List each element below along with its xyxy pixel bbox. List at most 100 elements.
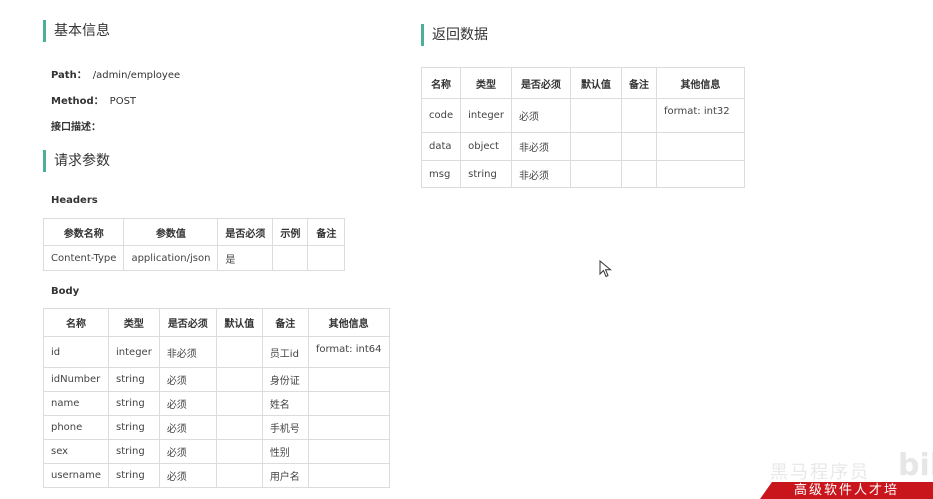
method-row: Method： POST xyxy=(51,92,136,107)
table-row: code integer 必须 format: int32 xyxy=(420,98,745,133)
table-row: Content-Type application/json 是 xyxy=(42,245,346,271)
response-title: 返回数据 xyxy=(421,24,488,46)
table-row: msg string 非必须 xyxy=(420,160,745,188)
table-cell: string xyxy=(108,463,160,488)
table-cell: 性别 xyxy=(261,439,309,464)
table-cell xyxy=(215,367,263,392)
table-cell: integer xyxy=(108,336,160,368)
table-cell xyxy=(307,245,346,271)
column-header: 备注 xyxy=(307,218,346,246)
table-cell: 必须 xyxy=(158,439,217,464)
table-cell xyxy=(307,415,390,440)
table-row: phone string 必须 手机号 xyxy=(43,415,390,440)
column-header: 其他信息 xyxy=(307,308,390,337)
table-cell: 非必须 xyxy=(510,132,571,161)
table-cell: 手机号 xyxy=(261,415,309,440)
table-cell: Content-Type xyxy=(42,245,125,271)
column-header: 其他信息 xyxy=(655,67,745,99)
table-row: username string 必须 用户名 xyxy=(43,463,390,488)
table-cell: string xyxy=(108,391,160,416)
table-cell: string xyxy=(460,160,512,188)
body-table: 名称 类型 是否必须 默认值 备注 其他信息 id integer 非必须 员工id format… xyxy=(43,308,390,488)
table-cell xyxy=(620,132,657,161)
body-table-body: id integer 非必须 员工id format: int64 idNumber str… xyxy=(43,336,390,488)
table-cell: 必须 xyxy=(158,391,217,416)
table-cell: username xyxy=(43,463,109,488)
body-label: Body xyxy=(51,286,80,297)
table-cell: sex xyxy=(43,439,109,464)
table-cell xyxy=(215,391,263,416)
table-cell xyxy=(655,132,745,161)
table-cell: 是 xyxy=(217,245,274,271)
table-cell: string xyxy=(108,415,160,440)
path-label: Path： xyxy=(51,70,87,81)
column-header: 名称 xyxy=(420,67,462,99)
path-row: Path： /admin/employee xyxy=(51,66,180,81)
table-cell: 必须 xyxy=(158,367,217,392)
table-row: id integer 非必须 员工id format: int64 xyxy=(43,336,390,368)
column-header: 是否必须 xyxy=(217,218,274,246)
response-table-header: 名称 类型 是否必须 默认值 备注 其他信息 xyxy=(420,67,745,99)
column-header: 类型 xyxy=(460,67,512,99)
table-cell xyxy=(215,336,263,368)
table-cell: 员工id xyxy=(261,336,309,368)
response-table-body: code integer 必须 format: int32 data object 非必须 m… xyxy=(420,98,745,188)
table-cell xyxy=(620,98,657,133)
table-cell: name xyxy=(43,391,109,416)
headers-table: 参数名称 参数值 是否必须 示例 备注 Content-Type application/… xyxy=(42,218,346,271)
response-table: 名称 类型 是否必须 默认值 备注 其他信息 code integer 必须 format: i… xyxy=(420,67,745,188)
path-value: /admin/employee xyxy=(92,70,181,81)
table-cell xyxy=(307,463,390,488)
method-value: POST xyxy=(109,96,137,107)
watermark-text: 黑马程序员 xyxy=(770,462,870,483)
table-cell: 非必须 xyxy=(158,336,217,368)
mouse-cursor-icon xyxy=(599,260,612,278)
table-cell: format: int32 xyxy=(655,98,745,133)
headers-label: Headers xyxy=(51,195,98,206)
column-header: 示例 xyxy=(272,218,309,246)
column-header: 备注 xyxy=(620,67,657,99)
request-params-title: 请求参数 xyxy=(43,150,110,172)
column-header: 参数值 xyxy=(123,218,219,246)
table-cell: format: int64 xyxy=(307,336,390,368)
table-cell: idNumber xyxy=(43,367,109,392)
table-cell: string xyxy=(108,367,160,392)
basic-info-title: 基本信息 xyxy=(43,20,110,42)
table-cell: id xyxy=(43,336,109,368)
table-cell xyxy=(215,439,263,464)
table-cell: data xyxy=(420,132,462,161)
table-cell: integer xyxy=(460,98,512,133)
headers-table-header: 参数名称 参数值 是否必须 示例 备注 xyxy=(42,218,346,246)
table-cell xyxy=(272,245,309,271)
column-header: 名称 xyxy=(43,308,109,337)
table-cell xyxy=(307,391,390,416)
promo-banner: 高级软件人才培 xyxy=(760,482,933,499)
table-cell: application/json xyxy=(123,245,219,271)
column-header: 类型 xyxy=(108,308,160,337)
table-row: name string 必须 姓名 xyxy=(43,391,390,416)
table-cell: 必须 xyxy=(158,463,217,488)
table-cell: 姓名 xyxy=(261,391,309,416)
table-cell xyxy=(307,367,390,392)
table-cell: string xyxy=(108,439,160,464)
table-row: sex string 必须 性别 xyxy=(43,439,390,464)
table-cell xyxy=(655,160,745,188)
table-cell xyxy=(215,415,263,440)
table-row: idNumber string 必须 身份证 xyxy=(43,367,390,392)
column-header: 参数名称 xyxy=(42,218,125,246)
table-cell: msg xyxy=(420,160,462,188)
table-cell: 非必须 xyxy=(510,160,571,188)
column-header: 是否必须 xyxy=(158,308,217,337)
column-header: 备注 xyxy=(261,308,309,337)
table-cell: 身份证 xyxy=(261,367,309,392)
column-header: 默认值 xyxy=(569,67,622,99)
table-cell xyxy=(620,160,657,188)
table-cell xyxy=(215,463,263,488)
table-row: data object 非必须 xyxy=(420,132,745,161)
method-label: Method： xyxy=(51,96,104,107)
table-cell xyxy=(569,98,622,133)
description-row: 接口描述： xyxy=(51,118,107,133)
headers-table-body: Content-Type application/json 是 xyxy=(42,245,346,271)
bilibili-logo: bili xyxy=(898,448,933,483)
table-cell xyxy=(569,160,622,188)
